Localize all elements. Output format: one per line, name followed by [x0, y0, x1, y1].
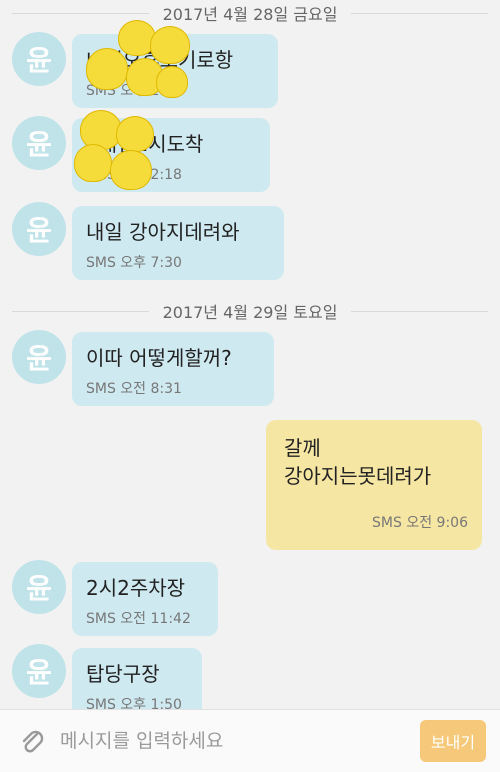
contact-avatar[interactable]: 윤	[12, 116, 66, 170]
emoji-sticker	[76, 18, 196, 114]
avatar-initial: 윤	[26, 656, 52, 689]
message-meta: SMS 오전 9:06	[372, 515, 468, 531]
avatar-initial: 윤	[26, 128, 52, 161]
message-text: 2시2주차장	[86, 576, 186, 600]
incoming-message[interactable]: 2시2주차장 SMS 오전 11:42	[72, 562, 218, 636]
date-separator: 2017년 4월 28일 금요일	[0, 0, 500, 26]
composer-bar: 보내기	[0, 709, 500, 772]
message-input[interactable]	[58, 722, 402, 760]
contact-avatar[interactable]: 윤	[12, 560, 66, 614]
paperclip-icon[interactable]	[18, 726, 46, 756]
contact-avatar[interactable]: 윤	[12, 644, 66, 698]
message-meta: SMS 오후 7:30	[86, 255, 182, 271]
incoming-message[interactable]: 이따 어떻게할꺼? SMS 오전 8:31	[72, 332, 274, 406]
avatar-initial: 윤	[26, 44, 52, 77]
contact-avatar[interactable]: 윤	[12, 32, 66, 86]
contact-avatar[interactable]: 윤	[12, 330, 66, 384]
message-text: 이따 어떻게할꺼?	[86, 346, 232, 370]
message-meta: SMS 오전 11:42	[86, 611, 191, 627]
message-meta: SMS 오전 8:31	[86, 381, 182, 397]
send-button[interactable]: 보내기	[420, 720, 486, 762]
date-label: 2017년 4월 29일 토요일	[162, 303, 338, 322]
avatar-initial: 윤	[26, 572, 52, 605]
avatar-initial: 윤	[26, 342, 52, 375]
outgoing-message[interactable]: 갈께 강아지는못데려가 SMS 오전 9:06	[266, 420, 482, 550]
contact-avatar[interactable]: 윤	[12, 202, 66, 256]
incoming-message[interactable]: 내일 강아지데려와 SMS 오후 7:30	[72, 206, 284, 280]
message-text: 탑당구장	[86, 662, 160, 686]
avatar-initial: 윤	[26, 214, 52, 247]
date-separator: 2017년 4월 29일 토요일	[0, 298, 500, 324]
message-text: 내일 강아지데려와	[86, 220, 240, 244]
emoji-sticker	[72, 104, 192, 200]
message-text: 갈께 강아지는못데려가	[284, 436, 432, 488]
